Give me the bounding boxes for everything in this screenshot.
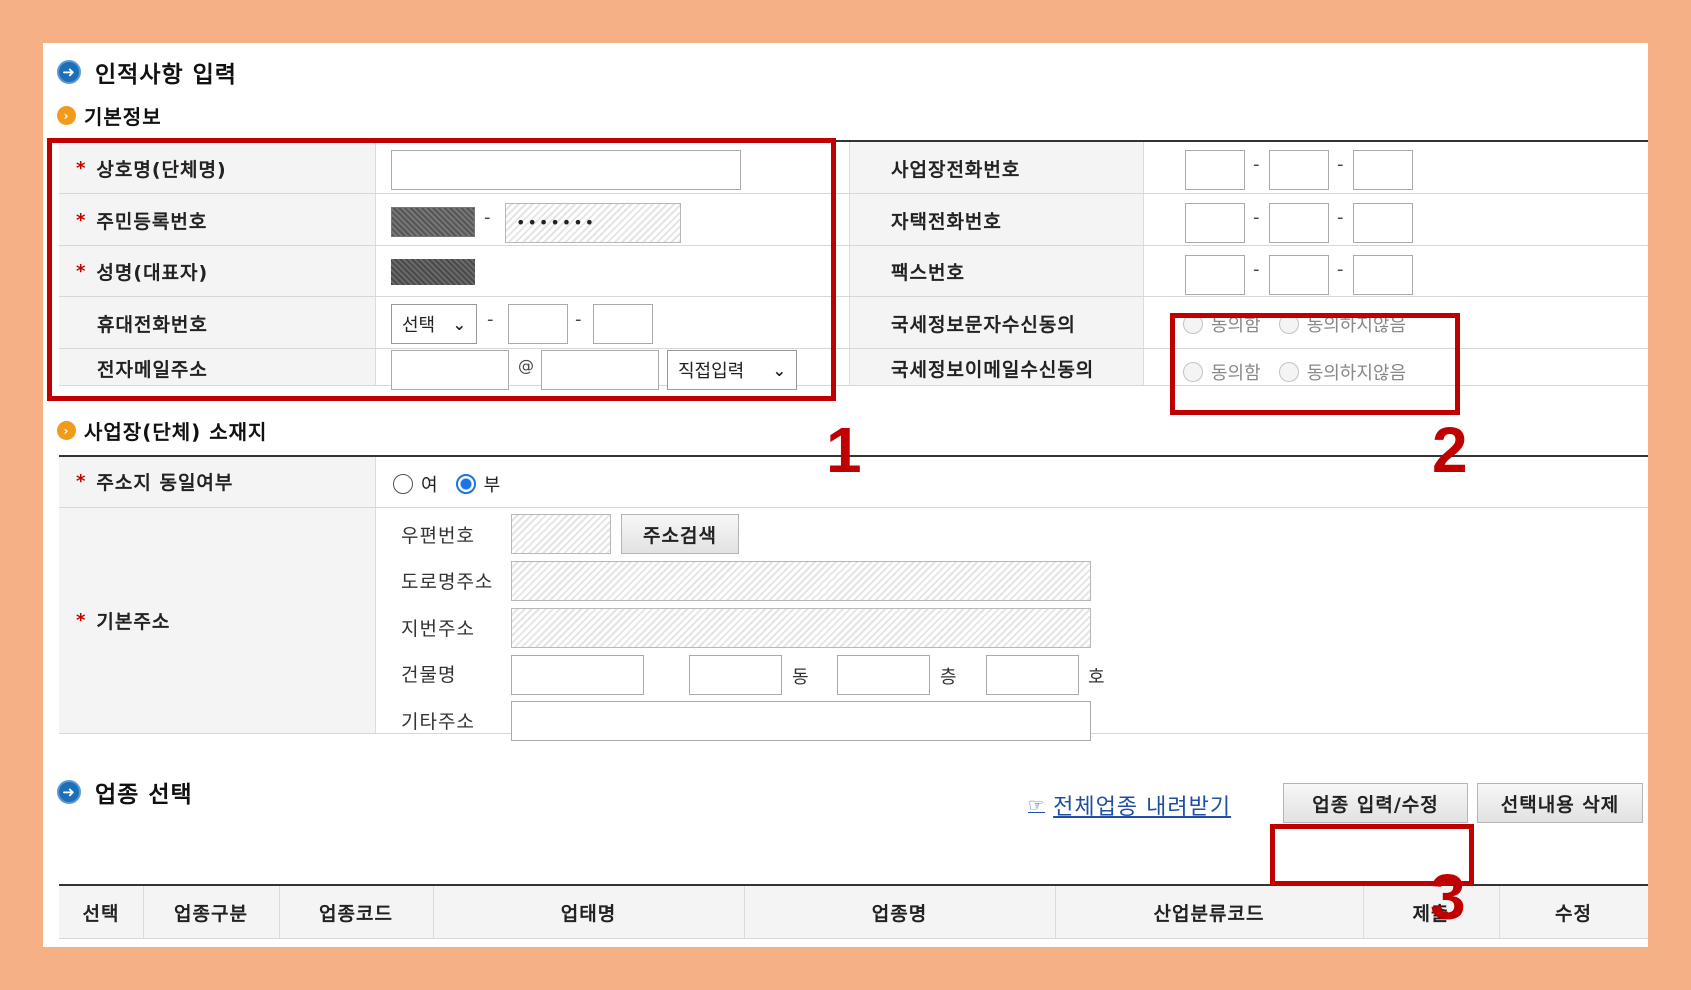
arrow-right-icon: ➜ [57,780,81,804]
download-all-industries-link[interactable]: ☞ 전체업종 내려받기 [1028,788,1231,822]
email-consent-label: 국세정보이메일수신동의 [891,358,1095,381]
address-search-button[interactable]: 주소검색 [621,514,739,554]
fax-area-input[interactable] [1185,255,1245,295]
zip-input[interactable] [511,514,611,554]
floor-unit: 층 [940,667,957,688]
home-phone-last-input[interactable] [1353,203,1413,243]
lot-address-label: 지번주소 [401,618,475,640]
col-business-type: 업태명 [560,902,617,925]
biz-phone-last-input[interactable] [1353,150,1413,190]
arrow-right-icon: ➜ [57,60,81,84]
basic-info-title: › 기본정보 [57,101,162,130]
fax-last-input[interactable] [1353,255,1413,295]
annotation-box-1 [47,138,836,401]
etc-address-label: 기타주소 [401,711,475,733]
biz-phone-middle-input[interactable] [1269,150,1329,190]
col-select: 선택 [82,902,120,925]
base-address-label: * 기본주소 [76,609,171,633]
zip-label: 우편번호 [401,525,475,547]
building-name-input[interactable] [511,655,644,695]
same-address-radios: 여 부 [393,471,500,497]
building-floor-input[interactable] [837,655,930,695]
annotation-number-2: 2 [1432,414,1468,486]
col-industry-type: 업종구분 [174,902,248,925]
lot-address-input[interactable] [511,608,1091,648]
fax-label: 팩스번호 [891,261,965,284]
same-address-yes-radio[interactable] [393,474,413,494]
annotation-number-3: 3 [1430,861,1466,933]
building-label: 건물명 [401,664,457,686]
personal-section-title: ➜ 인적사항 입력 [57,55,237,89]
screenshot-frame: ➜ 인적사항 입력 › 기본정보 * 상호명(단체명) * 주민등록번호 * 성명(대… [0,0,1691,990]
col-edit: 수정 [1555,902,1592,925]
chevron-right-icon: › [57,421,76,440]
biz-phone-label: 사업장전화번호 [891,158,1021,181]
home-phone-middle-input[interactable] [1269,203,1329,243]
sms-consent-label: 국세정보문자수신동의 [891,313,1076,336]
road-address-input[interactable] [511,561,1091,601]
ho-unit: 호 [1088,667,1105,688]
same-address-label: * 주소지 동일여부 [76,470,234,494]
annotation-box-2 [1170,313,1460,415]
building-dong-input[interactable] [689,655,782,695]
chevron-right-icon: › [57,106,76,125]
road-address-label: 도로명주소 [401,571,494,593]
home-phone-label: 자택전화번호 [891,210,1002,233]
home-phone-area-input[interactable] [1185,203,1245,243]
dong-unit: 동 [792,667,809,688]
etc-address-input[interactable] [511,701,1091,741]
address-label-column [59,457,375,733]
industry-section-title: ➜ 업종 선택 [57,775,193,809]
col-industry-name: 업종명 [871,902,928,925]
same-address-no-radio[interactable] [455,474,476,494]
fax-middle-input[interactable] [1269,255,1329,295]
col-classification-code: 산업분류코드 [1153,902,1265,925]
col-industry-code: 업종코드 [319,902,393,925]
annotation-number-1: 1 [826,414,862,486]
biz-phone-area-input[interactable] [1185,150,1245,190]
building-ho-input[interactable] [986,655,1079,695]
download-icon: ☞ [1028,794,1046,816]
industry-edit-button[interactable]: 업종 입력/수정 [1283,783,1468,823]
address-section-title: › 사업장(단체) 소재지 [57,416,267,445]
delete-selected-button[interactable]: 선택내용 삭제 [1477,783,1643,823]
